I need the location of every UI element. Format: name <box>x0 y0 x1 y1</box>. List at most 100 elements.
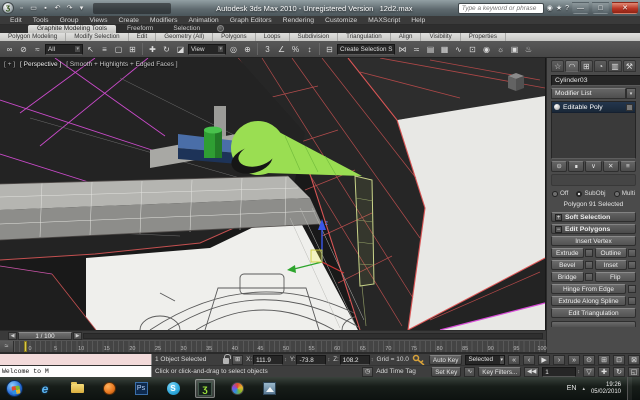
object-name-field[interactable] <box>551 75 640 86</box>
bevel-button[interactable]: Bevel <box>551 260 584 270</box>
next-frame-arrow-icon[interactable]: ▶ <box>73 332 82 340</box>
x-coordinate[interactable]: X:111.9↕ <box>246 355 287 365</box>
edit-triangulation-button[interactable]: Edit Triangulation <box>551 308 636 318</box>
window-crossing-icon[interactable]: ⊞ <box>126 43 139 56</box>
ribbon-panel-label[interactable]: Triangulation <box>338 33 391 41</box>
ribbon-panel-label[interactable]: Properties <box>461 33 506 41</box>
select-and-link-icon[interactable]: ∞ <box>3 43 16 56</box>
bridge-button[interactable]: Bridge <box>551 272 584 282</box>
hinge-settings-icon[interactable] <box>628 285 636 293</box>
infocenter-search-input[interactable] <box>458 3 544 14</box>
set-key-button[interactable]: Set Key <box>431 367 461 377</box>
visibility-bulb-icon[interactable] <box>554 104 560 110</box>
edit-polygons-rollout[interactable]: − Edit Polygons <box>551 224 636 234</box>
snaps-toggle-icon[interactable]: 3 <box>261 43 274 56</box>
close-button[interactable]: ✕ <box>612 2 638 14</box>
taskbar-item-photo-viewer[interactable] <box>259 379 279 398</box>
use-pivot-point-center-icon[interactable]: ◎ <box>227 43 240 56</box>
menu-item[interactable]: Modifiers <box>150 17 178 24</box>
maximize-viewport-toggle-icon[interactable]: ◱ <box>628 367 640 377</box>
previous-frame-arrow-icon[interactable]: ◀ <box>8 332 17 340</box>
ribbon-panel-label[interactable]: Polygons <box>213 33 255 41</box>
title-bar[interactable]: ʒ ▫ ▭ ▪ ↶ ↷ ▾ Autodesk 3ds Max 2010 - Un… <box>0 0 640 16</box>
pan-view-icon[interactable]: ✚ <box>598 367 610 377</box>
named-selection-sets-dropdown[interactable]: Create Selection S▾ <box>337 44 395 55</box>
field-of-view-icon[interactable]: ▽ <box>583 367 595 377</box>
soft-selection-rollout[interactable]: + Soft Selection <box>551 212 636 222</box>
extrude-spline-settings-icon[interactable] <box>628 297 636 305</box>
green-cylinder[interactable] <box>204 127 222 159</box>
menu-item[interactable]: MAXScript <box>368 17 400 24</box>
ribbon-tab[interactable]: Freeform <box>118 25 162 33</box>
bind-to-space-warp-icon[interactable]: ≈ <box>31 43 44 56</box>
y-coordinate[interactable]: Y:-73.8↕ <box>290 355 330 365</box>
zoom-extents-icon[interactable]: ⊡ <box>613 355 625 365</box>
current-frame-field[interactable]: 1↕ <box>542 367 580 377</box>
percent-snap-icon[interactable]: % <box>289 43 302 56</box>
ribbon-tab[interactable]: Graphite Modeling Tools <box>28 25 116 33</box>
taskbar-item-skype[interactable]: S <box>163 379 183 398</box>
edit-named-selection-sets-icon[interactable]: ⊟ <box>323 43 336 56</box>
maximize-button[interactable]: □ <box>592 2 609 14</box>
utilities-tab-icon[interactable]: ⚒ <box>623 60 636 72</box>
render-production-icon[interactable]: ♨ <box>522 43 535 56</box>
maxscript-listener-output[interactable]: Welcome to M <box>0 366 152 377</box>
ribbon-panel-label[interactable]: Modify Selection <box>66 33 128 41</box>
select-object-icon[interactable]: ↖ <box>84 43 97 56</box>
play-animation-icon[interactable]: ▶ <box>538 355 550 365</box>
select-by-name-icon[interactable]: ≡ <box>98 43 111 56</box>
minimize-button[interactable]: — <box>572 2 589 14</box>
ribbon-tab[interactable]: Selection <box>164 25 209 33</box>
new-key-curve-icon[interactable]: ∿ <box>464 367 475 377</box>
current-frame-marker[interactable] <box>24 341 27 352</box>
select-and-scale-icon[interactable]: ◪ <box>174 43 187 56</box>
taskbar-item-photoshop[interactable]: Ps <box>131 379 151 398</box>
time-slider-groove[interactable] <box>83 333 543 339</box>
zoom-extents-all-icon[interactable]: ⊠ <box>628 355 640 365</box>
open-file-icon[interactable]: ▭ <box>29 4 38 12</box>
display-tab-icon[interactable]: ▥ <box>608 60 621 72</box>
collapse-icon[interactable]: − <box>555 226 562 233</box>
show-end-result-icon[interactable]: ∎ <box>568 161 584 172</box>
modifier-stack[interactable]: Editable Poly <box>551 101 636 159</box>
menu-item[interactable]: Customize <box>325 17 357 24</box>
menu-item[interactable]: Rendering <box>283 17 314 24</box>
insert-vertex-button[interactable]: Insert Vertex <box>551 236 636 246</box>
extrude-settings-icon[interactable] <box>585 249 593 257</box>
spinner-icon[interactable]: ↕ <box>284 357 287 363</box>
ribbon-panel-label[interactable]: Align <box>391 33 422 41</box>
communication-center-icon[interactable]: ◉ <box>547 4 553 12</box>
auto-key-button[interactable]: Auto Key <box>429 355 463 365</box>
menu-item[interactable]: Tools <box>33 17 49 24</box>
remove-modifier-icon[interactable]: ✕ <box>603 161 619 172</box>
tray-expand-icon[interactable]: ▴ <box>582 386 585 392</box>
ribbon-panel-label[interactable]: Geometry (All) <box>156 33 213 41</box>
menu-item[interactable]: Edit <box>10 17 22 24</box>
undo-icon[interactable]: ↶ <box>53 4 62 12</box>
spinner-snap-icon[interactable]: ↕ <box>303 43 316 56</box>
application-menu-button[interactable]: ʒ <box>2 2 14 14</box>
menu-item[interactable]: Create <box>119 17 139 24</box>
motion-tab-icon[interactable]: ◔ <box>594 60 607 72</box>
key-filters-button[interactable]: Key Filters... <box>478 367 521 377</box>
unlink-selection-icon[interactable]: ⊘ <box>17 43 30 56</box>
viewport-nav-menu[interactable]: [ + ] <box>4 61 15 68</box>
key-selection-dropdown[interactable]: Selected▾ <box>465 355 505 365</box>
selection-lock-icon[interactable] <box>223 358 229 364</box>
selection-filter-dropdown[interactable]: All▾ <box>45 44 83 55</box>
orbit-icon[interactable]: ↻ <box>613 367 625 377</box>
modifier-list-dropdown[interactable]: Modifier List ▾ <box>551 88 636 99</box>
radio-icon[interactable] <box>552 191 558 197</box>
quick-access-dropdown-icon[interactable]: ▾ <box>77 4 86 12</box>
show-desktop-button[interactable] <box>627 377 632 400</box>
start-button[interactable] <box>6 380 23 397</box>
mode-multi[interactable]: Multi <box>614 190 635 197</box>
bridge-settings-icon[interactable] <box>585 273 593 281</box>
spinner-icon[interactable]: ↕ <box>371 357 374 363</box>
key-mode-toggle-icon[interactable]: ◀◀ <box>524 367 539 377</box>
language-indicator[interactable]: EN <box>567 385 577 392</box>
align-icon[interactable]: ≍ <box>410 43 423 56</box>
stack-item-editable-poly[interactable]: Editable Poly <box>552 102 635 113</box>
hinge-from-edge-button[interactable]: Hinge From Edge <box>551 284 626 294</box>
make-unique-icon[interactable]: ∨ <box>585 161 601 172</box>
